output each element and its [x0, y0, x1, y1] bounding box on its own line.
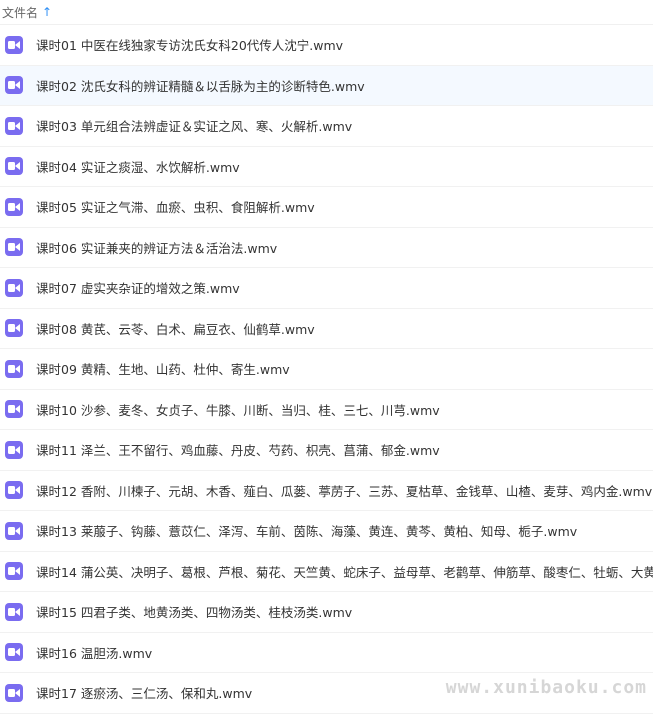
- file-row[interactable]: 课时16 温胆汤.wmv: [0, 633, 653, 673]
- file-name: 课时06 实证兼夹的辨证方法＆活治法.wmv: [36, 240, 278, 256]
- file-name: 课时10 沙参、麦冬、女贞子、牛膝、川断、当归、桂、三七、川芎.wmv: [36, 402, 440, 418]
- column-label: 文件名: [2, 5, 39, 20]
- video-file-icon: [5, 602, 23, 621]
- watermark: www.xunibaoku.com: [445, 677, 647, 698]
- file-name: 课时15 四君子类、地黄汤类、四物汤类、桂枝汤类.wmv: [36, 605, 353, 621]
- video-file-icon: [5, 481, 23, 500]
- file-row[interactable]: 课时13 莱菔子、钩藤、薏苡仁、泽泻、车前、茵陈、海藻、黄连、黄芩、黄柏、知母、…: [0, 511, 653, 552]
- video-file-icon: [5, 35, 23, 54]
- video-file-icon: [5, 319, 23, 338]
- file-name: 课时07 虚实夹杂证的增效之策.wmv: [36, 281, 240, 297]
- video-file-icon: [5, 400, 23, 419]
- video-file-icon: [5, 197, 23, 216]
- video-file-icon: [5, 562, 23, 581]
- file-name: 课时09 黄精、生地、山药、杜仲、寄生.wmv: [36, 362, 290, 378]
- file-row[interactable]: 课时10 沙参、麦冬、女贞子、牛膝、川断、当归、桂、三七、川芎.wmv: [0, 390, 653, 430]
- file-row[interactable]: 课时09 黄精、生地、山药、杜仲、寄生.wmv: [0, 349, 653, 390]
- video-file-icon: [5, 238, 23, 257]
- video-file-icon: [5, 643, 23, 662]
- file-name: 课时08 黄芪、云苓、白术、扁豆衣、仙鹤草.wmv: [36, 321, 315, 337]
- video-file-icon: [5, 521, 23, 540]
- file-row[interactable]: 课时01 中医在线独家专访沈氏女科20代传人沈宁.wmv: [0, 25, 653, 66]
- file-name: 课时11 泽兰、王不留行、鸡血藤、丹皮、芍药、枳壳、菖蒲、郁金.wmv: [36, 443, 440, 459]
- file-row[interactable]: 课时04 实证之痰湿、水饮解析.wmv: [0, 147, 653, 187]
- video-file-icon: [5, 157, 23, 176]
- video-file-icon: [5, 683, 23, 702]
- file-row[interactable]: 课时11 泽兰、王不留行、鸡血藤、丹皮、芍药、枳壳、菖蒲、郁金.wmv: [0, 430, 653, 471]
- file-row[interactable]: 课时14 蒲公英、决明子、葛根、芦根、菊花、天竺黄、蛇床子、益母草、老鹳草、伸筋…: [0, 552, 653, 592]
- file-row[interactable]: 课时08 黄芪、云苓、白术、扁豆衣、仙鹤草.wmv: [0, 309, 653, 349]
- file-name: 课时03 单元组合法辨虚证＆实证之风、寒、火解析.wmv: [36, 119, 353, 135]
- arrow-up-icon[interactable]: ↑: [42, 5, 52, 19]
- file-row[interactable]: 课时03 单元组合法辨虚证＆实证之风、寒、火解析.wmv: [0, 106, 653, 147]
- file-name: 课时13 莱菔子、钩藤、薏苡仁、泽泻、车前、茵陈、海藻、黄连、黄芩、黄柏、知母、…: [36, 524, 578, 540]
- file-row[interactable]: 课时05 实证之气滞、血瘀、虫积、食阻解析.wmv: [0, 187, 653, 228]
- video-file-icon: [5, 76, 23, 95]
- video-file-icon: [5, 440, 23, 459]
- file-name: 课时17 逐瘀汤、三仁汤、保和丸.wmv: [36, 686, 253, 702]
- file-row[interactable]: 课时06 实证兼夹的辨证方法＆活治法.wmv: [0, 228, 653, 268]
- video-file-icon: [5, 116, 23, 135]
- file-list: 课时01 中医在线独家专访沈氏女科20代传人沈宁.wmv 课时02 沈氏女科的辨…: [0, 25, 653, 714]
- video-file-icon: [5, 278, 23, 297]
- file-name: 课时01 中医在线独家专访沈氏女科20代传人沈宁.wmv: [36, 38, 344, 54]
- file-name: 课时14 蒲公英、决明子、葛根、芦根、菊花、天竺黄、蛇床子、益母草、老鹳草、伸筋…: [36, 564, 653, 580]
- file-name: 课时04 实证之痰湿、水饮解析.wmv: [36, 159, 240, 175]
- file-name: 课时05 实证之气滞、血瘀、虫积、食阻解析.wmv: [36, 200, 315, 216]
- video-file-icon: [5, 359, 23, 378]
- file-row[interactable]: 课时12 香附、川楝子、元胡、木香、薤白、瓜蒌、葶苈子、三苏、夏枯草、金钱草、山…: [0, 471, 653, 511]
- column-header-filename[interactable]: 文件名 ↑: [0, 0, 653, 25]
- file-row[interactable]: 课时02 沈氏女科的辨证精髓＆以舌脉为主的诊断特色.wmv: [0, 65, 653, 106]
- file-name: 课时16 温胆汤.wmv: [36, 645, 153, 661]
- file-name: 课时02 沈氏女科的辨证精髓＆以舌脉为主的诊断特色.wmv: [36, 78, 365, 94]
- file-row[interactable]: 课时07 虚实夹杂证的增效之策.wmv: [0, 268, 653, 309]
- file-row[interactable]: 课时15 四君子类、地黄汤类、四物汤类、桂枝汤类.wmv: [0, 592, 653, 633]
- file-name: 课时12 香附、川楝子、元胡、木香、薤白、瓜蒌、葶苈子、三苏、夏枯草、金钱草、山…: [36, 483, 653, 499]
